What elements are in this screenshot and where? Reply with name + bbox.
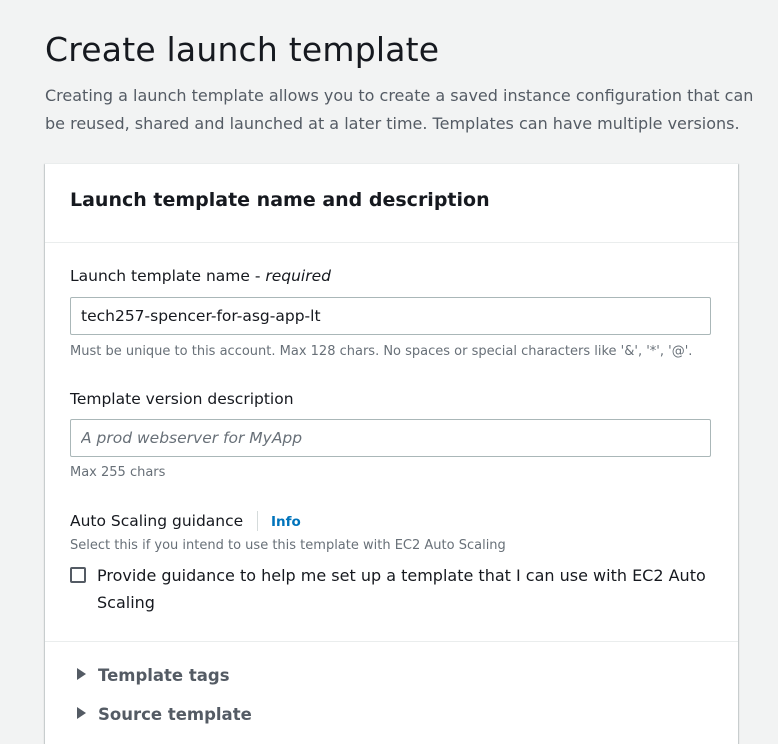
template-tags-expander[interactable]: Template tags	[77, 666, 230, 685]
auto-scaling-hint: Select this if you intend to use this te…	[70, 538, 506, 553]
template-name-label: Launch template name - required	[70, 267, 331, 285]
panel-title: Launch template name and description	[70, 189, 490, 211]
section-divider	[45, 641, 738, 642]
template-description-label: Template version description	[70, 390, 294, 408]
template-description-input[interactable]	[70, 419, 711, 457]
required-indicator: required	[265, 267, 331, 285]
auto-scaling-checkbox-label[interactable]: Provide guidance to help me set up a tem…	[97, 562, 717, 616]
page-title: Create launch template	[45, 30, 440, 69]
info-separator	[257, 511, 258, 531]
template-description-hint: Max 255 chars	[70, 465, 166, 480]
launch-template-panel: Launch template name and description Lau…	[45, 163, 738, 744]
template-name-input[interactable]	[70, 297, 711, 335]
page-description: Creating a launch template allows you to…	[45, 86, 754, 133]
template-name-hint: Must be unique to this account. Max 128 …	[70, 344, 693, 359]
template-tags-label: Template tags	[98, 666, 230, 685]
auto-scaling-label: Auto Scaling guidance	[70, 512, 244, 530]
panel-header: Launch template name and description	[45, 164, 738, 243]
auto-scaling-checkbox[interactable]	[70, 567, 86, 583]
caret-right-icon	[77, 707, 86, 719]
info-link[interactable]: Info	[271, 514, 301, 530]
source-template-label: Source template	[98, 705, 252, 724]
template-name-label-text: Launch template name -	[70, 267, 266, 285]
caret-right-icon	[77, 668, 86, 680]
source-template-expander[interactable]: Source template	[77, 705, 252, 724]
